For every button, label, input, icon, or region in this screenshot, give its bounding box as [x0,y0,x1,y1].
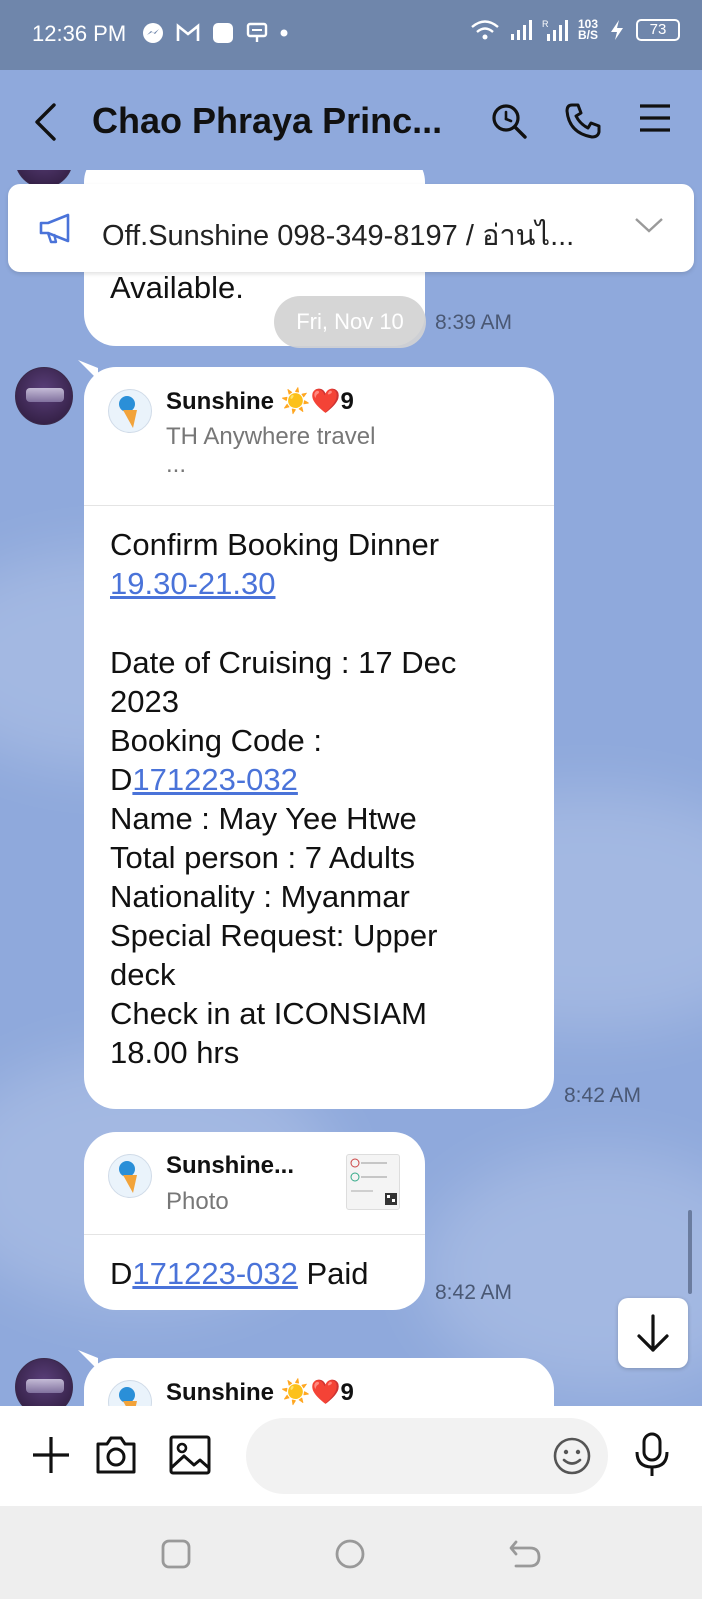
slides-icon [246,22,268,42]
message-time: 8:42 AM [564,1084,642,1107]
message-line: Confirm Booking Dinner [110,527,440,562]
message-line: Check in at ICONSIAM [110,996,427,1031]
signal-roaming-icon: R [542,19,568,41]
scroll-to-bottom-button[interactable] [618,1298,688,1368]
message-line: Name : May Yee Htwe [110,801,417,836]
message-line: 2023 [110,684,179,719]
battery-indicator: 73 [636,19,680,41]
quote-ellipsis: ... [166,451,187,478]
header-actions [490,102,672,140]
message-line: Total person : 7 Adults [110,840,416,875]
quote-avatar [108,1154,152,1198]
message-line: Nationality : Myanmar [110,879,410,914]
quote-sender: Sunshine ☀️❤️9 [166,388,354,415]
wifi-icon [471,20,499,40]
plus-icon[interactable] [30,1434,72,1476]
chevron-down-icon[interactable] [634,216,664,234]
quote-avatar [108,389,152,433]
quote-subtitle: TH Anywhere travel [166,423,376,450]
travel-logo-icon [119,1387,137,1406]
recent-apps-icon[interactable] [160,1538,192,1570]
message-text: Available. [110,270,244,305]
back-arrow-icon[interactable] [32,102,58,142]
photo-thumbnail[interactable] [346,1154,400,1210]
quote-sender: Sunshine... [166,1152,295,1179]
camera-icon[interactable] [94,1434,138,1476]
message-input[interactable] [246,1418,608,1494]
messenger-icon [143,23,163,43]
app-icon [213,23,233,43]
reply-quote[interactable]: Sunshine... Photo [84,1132,425,1234]
chat-area[interactable]: Available. Fri, Nov 10 8:39 AM Off.Sunsh… [0,170,702,1406]
message-bubble[interactable]: Sunshine ☀️❤️9 [84,1358,554,1406]
quote-sender: Sunshine ☀️❤️9 [166,1379,354,1406]
message-time: 8:42 AM [435,1281,513,1304]
emoji-icon[interactable] [552,1436,592,1476]
call-icon[interactable] [564,102,602,140]
sender-avatar[interactable] [15,1358,73,1406]
message-bubble[interactable]: Sunshine... Photo D171223-032 Paid [84,1132,425,1310]
quote-avatar [108,1380,152,1406]
menu-icon[interactable] [638,102,672,134]
svg-text:R: R [542,19,549,29]
message-line: D171223-032 [110,760,298,800]
notification-icons [142,22,288,44]
signal-icon [510,20,532,40]
message-line: Date of Cruising : 17 Dec [110,645,457,680]
search-icon[interactable] [490,102,528,140]
more-dot-icon [280,29,288,37]
status-time: 12:36 PM [32,21,127,46]
message-line: deck [110,957,176,992]
message-input-bar [0,1406,702,1506]
message-time: 8:39 AM [435,311,513,334]
sender-avatar[interactable] [15,367,73,425]
message-line: Special Request: Upper [110,918,438,953]
chat-header: Chao Phraya Princ... [0,70,702,170]
scrollbar[interactable] [688,1210,692,1294]
megaphone-icon [39,213,70,244]
receipt-thumbnail-icon [350,1158,397,1205]
booking-code-link[interactable]: 171223-032 [132,1256,298,1291]
gmail-icon [176,23,200,41]
announcement-banner[interactable]: Off.Sunshine 098-349-8197 / อ่านไ... [8,184,694,272]
quote-divider [84,1234,425,1235]
paid-text: Paid [297,1256,369,1291]
announcement-text: Off.Sunshine 098-349-8197 / อ่านไ... [102,220,575,252]
image-icon[interactable] [168,1434,212,1476]
message-bubble[interactable]: Sunshine ☀️❤️9 TH Anywhere travel ... Co… [84,367,554,1109]
booking-code-prefix: D [110,1256,133,1291]
quote-subtitle: Photo [166,1188,229,1215]
message-line: 18.00 hrs [110,1035,240,1070]
reply-quote[interactable]: Sunshine ☀️❤️9 TH Anywhere travel ... [84,367,554,505]
status-right: R 103 B/S 73 [470,18,680,42]
message-line: Booking Code : [110,723,322,758]
chat-title[interactable]: Chao Phraya Princ... [92,100,452,142]
date-separator: Fri, Nov 10 [274,296,426,348]
booking-code-prefix: D [110,762,133,797]
back-nav-icon[interactable] [508,1538,542,1570]
message-link[interactable]: 19.30-21.30 [110,564,275,604]
arrow-down-icon [637,1314,669,1352]
message-line: D171223-032 Paid [110,1254,369,1294]
travel-logo-icon [119,1161,137,1193]
net-speed: 103 B/S [577,18,598,42]
booking-code-link[interactable]: 171223-032 [132,762,298,797]
quote-divider [84,505,554,506]
home-icon[interactable] [334,1538,366,1570]
net-speed-unit: B/S [577,28,598,42]
travel-logo-icon [119,396,137,428]
microphone-icon[interactable] [634,1432,670,1478]
status-bar: 12:36 PM R 103 B/S 73 [0,0,702,70]
charging-icon [611,20,623,40]
system-navigation-bar [0,1506,702,1599]
